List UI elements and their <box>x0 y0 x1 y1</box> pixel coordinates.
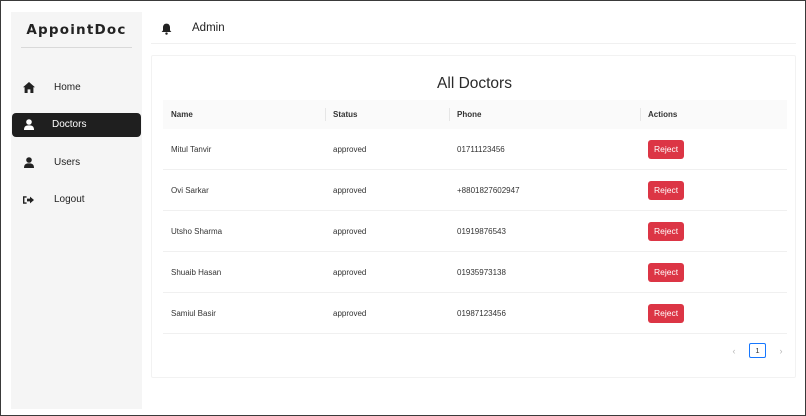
column-divider <box>449 108 450 121</box>
column-header-actions: Actions <box>648 110 678 119</box>
doctor-status: approved <box>333 185 367 195</box>
pagination-next[interactable]: › <box>775 346 787 356</box>
column-header-phone: Phone <box>457 110 482 119</box>
sidebar-item-users[interactable]: Users <box>11 150 142 174</box>
pagination: ‹ 1 › <box>728 343 787 358</box>
sidebar-item-label: Users <box>54 156 81 168</box>
home-icon <box>22 81 35 94</box>
sidebar-nav: Home Doctors Users Logout <box>11 75 142 225</box>
pagination-page-1[interactable]: 1 <box>749 343 766 358</box>
table-header: Name Status Phone Actions <box>163 100 787 129</box>
reject-button[interactable]: Reject <box>648 180 684 200</box>
reject-cell: Reject <box>648 170 684 210</box>
doctor-name: Shuaib Hasan <box>171 267 222 277</box>
reject-cell: Reject <box>648 211 684 251</box>
column-header-status: Status <box>333 110 358 119</box>
header-title: Admin <box>192 21 225 34</box>
sidebar-item-label: Doctors <box>52 119 87 130</box>
reject-cell: Reject <box>648 252 684 292</box>
sidebar-item-label: Logout <box>54 194 85 205</box>
column-divider <box>325 108 326 121</box>
top-header: Admin <box>151 12 796 44</box>
sidebar-item-label: Home <box>54 81 81 93</box>
doctor-phone: 01919876543 <box>457 226 506 236</box>
bell-icon[interactable] <box>161 22 172 35</box>
user-icon <box>22 118 35 131</box>
column-header-name: Name <box>171 110 193 119</box>
page-title: All Doctors <box>437 75 512 92</box>
doctor-name: Mitul Tanvir <box>171 144 212 154</box>
reject-cell: Reject <box>648 293 684 333</box>
doctor-status: approved <box>333 267 367 277</box>
doctor-phone: 01935973138 <box>457 267 506 277</box>
doctor-status: approved <box>333 308 367 318</box>
table-row: Utsho Sharma approved 01919876543 Reject <box>163 211 787 252</box>
doctor-name: Samiul Basir <box>171 308 216 318</box>
reject-button[interactable]: Reject <box>648 139 684 159</box>
doctors-table: Name Status Phone Actions Mitul Tanvir a… <box>163 100 787 334</box>
sidebar-item-home[interactable]: Home <box>11 75 142 99</box>
reject-button[interactable]: Reject <box>648 303 684 323</box>
user-icon <box>22 156 35 169</box>
app-window: AppointDoc Home Doctors Users Logout Adm… <box>0 0 806 416</box>
pagination-prev[interactable]: ‹ <box>728 346 740 356</box>
doctor-phone: +8801827602947 <box>457 185 520 195</box>
logout-icon <box>22 193 35 206</box>
doctor-name: Utsho Sharma <box>171 226 223 236</box>
reject-cell: Reject <box>648 129 684 169</box>
sidebar-item-logout[interactable]: Logout <box>11 188 142 212</box>
brand-logo: AppointDoc <box>21 12 132 48</box>
doctors-card: All Doctors Name Status Phone Actions Mi… <box>151 55 796 378</box>
doctor-status: approved <box>333 226 367 236</box>
table-row: Ovi Sarkar approved +8801827602947 Rejec… <box>163 170 787 211</box>
reject-button[interactable]: Reject <box>648 262 684 282</box>
reject-button[interactable]: Reject <box>648 221 684 241</box>
doctor-phone: 01987123456 <box>457 308 506 318</box>
table-row: Samiul Basir approved 01987123456 Reject <box>163 293 787 334</box>
table-row: Shuaib Hasan approved 01935973138 Reject <box>163 252 787 293</box>
sidebar: AppointDoc Home Doctors Users Logout <box>11 12 142 409</box>
doctor-name: Ovi Sarkar <box>171 185 209 195</box>
sidebar-item-doctors[interactable]: Doctors <box>12 112 141 137</box>
doctor-phone: 01711123456 <box>457 144 505 154</box>
doctor-status: approved <box>333 144 367 154</box>
column-divider <box>640 108 641 121</box>
table-row: Mitul Tanvir approved 01711123456 Reject <box>163 129 787 170</box>
